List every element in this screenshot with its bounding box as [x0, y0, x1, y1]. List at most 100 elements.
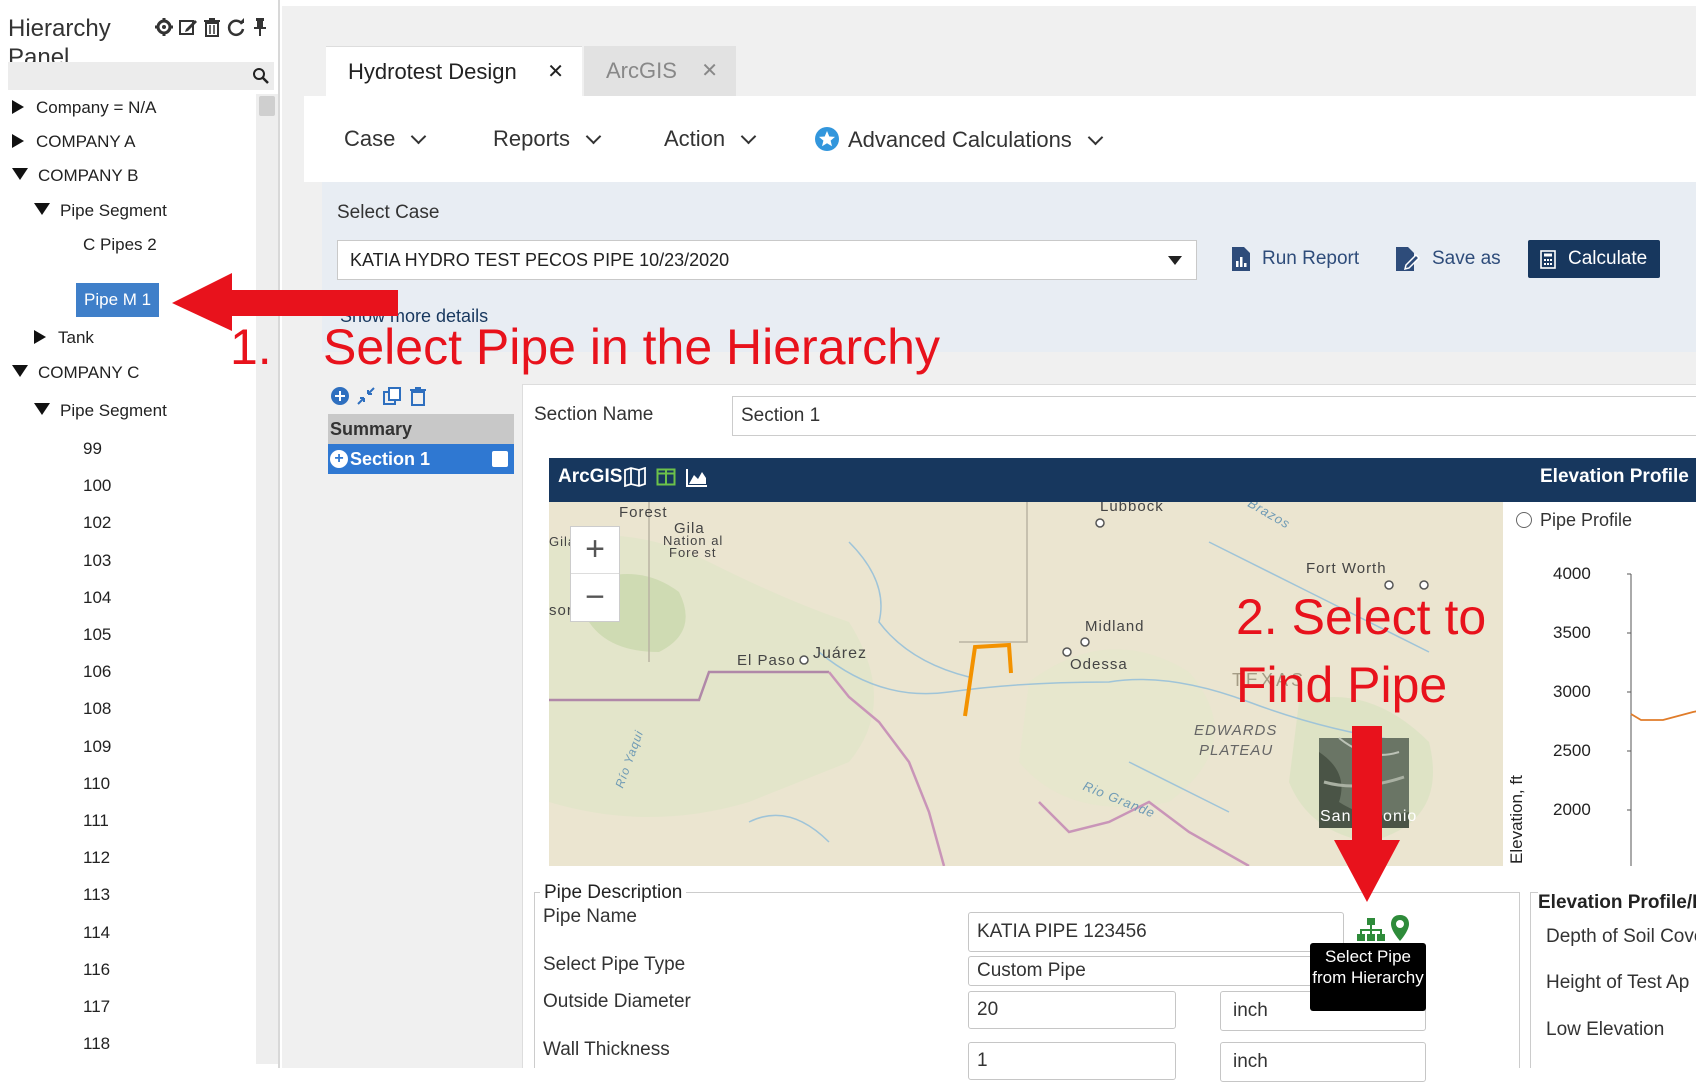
depth-of-soil-cover-label: Depth of Soil Cover	[1546, 926, 1703, 947]
expand-arrow-icon[interactable]	[34, 330, 46, 344]
copy-icon[interactable]	[382, 386, 402, 406]
wall-thickness-unit-select[interactable]: inch	[1220, 1042, 1426, 1082]
wall-thickness-input[interactable]: 1	[968, 1042, 1176, 1080]
menu-case[interactable]: Case	[344, 126, 427, 152]
tree-node-pipe-item[interactable]: 108	[83, 694, 111, 724]
low-elevation-label: Low Elevation	[1546, 1019, 1665, 1040]
tree-node-pipe-item[interactable]: 103	[83, 546, 111, 576]
map-label: Odessa	[1070, 656, 1128, 673]
save-as-icon	[1396, 247, 1421, 271]
trash-icon[interactable]	[202, 16, 222, 38]
close-icon[interactable]: ✕	[547, 47, 564, 97]
hierarchy-tree-icon[interactable]	[1356, 917, 1386, 943]
zoom-out-button[interactable]: −	[571, 575, 619, 622]
page-edge	[1696, 0, 1703, 1068]
menu-action[interactable]: Action	[664, 126, 757, 152]
edit-icon[interactable]	[178, 16, 198, 38]
tree-node-company-na[interactable]: Company = N/A	[12, 93, 156, 123]
expand-arrow-icon[interactable]	[12, 134, 24, 148]
tree-node-company-b[interactable]: COMPANY B	[12, 161, 138, 191]
tree-node-pipe-m-1[interactable]: Pipe M 1	[76, 283, 160, 317]
add-circle-icon[interactable]	[330, 386, 350, 406]
collapse-icon[interactable]	[356, 386, 376, 406]
hierarchy-scrollbar[interactable]	[256, 94, 278, 1064]
close-icon[interactable]: ✕	[701, 46, 718, 96]
tree-node-pipe-item[interactable]: 99	[83, 434, 102, 464]
wall-thickness-label: Wall Thickness	[543, 1039, 670, 1060]
tree-node-company-a[interactable]: COMPANY A	[12, 127, 136, 157]
area-chart-icon[interactable]	[686, 467, 708, 487]
tree-node-pipe-item[interactable]: 117	[83, 992, 110, 1022]
gear-icon[interactable]	[154, 16, 174, 38]
trash-icon[interactable]	[408, 386, 428, 406]
caret-down-icon	[1168, 256, 1182, 265]
collapse-arrow-icon[interactable]	[12, 168, 28, 180]
tree-node-pipe-item[interactable]: 113	[83, 880, 110, 910]
pipe-profile-radio[interactable]: Pipe Profile	[1516, 510, 1632, 531]
hierarchy-panel: Hierarchy Panel Company = N/A COMPANY A …	[0, 0, 280, 1068]
hierarchy-search-input[interactable]	[8, 62, 274, 90]
panel-divider	[278, 0, 280, 1068]
tree-node-pipe-item[interactable]: 104	[83, 583, 111, 613]
sections-summary-header[interactable]: Summary	[328, 414, 514, 444]
tab-hydrotest-design[interactable]: Hydrotest Design ✕	[326, 46, 582, 96]
map-label: EDWARDS	[1194, 722, 1278, 739]
map-zoom-control: + −	[570, 526, 620, 622]
tree-node-pipe-item[interactable]: 100	[83, 471, 111, 501]
hierarchy-toolbar	[154, 16, 270, 38]
elevation-chart-panel	[1503, 502, 1703, 866]
expand-arrow-icon[interactable]	[12, 100, 24, 114]
section-name-input[interactable]: Section 1	[732, 396, 1703, 436]
save-as-button[interactable]: Save as	[1394, 246, 1501, 272]
select-case-label: Select Case	[337, 202, 440, 223]
y-axis-label: Elevation, ft	[1507, 775, 1526, 864]
section-row-1[interactable]: + Section 1	[328, 444, 514, 474]
pin-icon[interactable]	[250, 16, 270, 38]
chevron-down-icon	[411, 128, 427, 145]
radio-icon[interactable]	[1516, 512, 1532, 528]
case-select[interactable]: KATIA HYDRO TEST PECOS PIPE 10/23/2020	[337, 240, 1197, 280]
refresh-icon[interactable]	[226, 16, 246, 38]
pipe-description-title: Pipe Description	[540, 882, 687, 904]
tree-node-pipe-item[interactable]: 106	[83, 657, 111, 687]
select-pipe-tooltip: Select Pipe from Hierarchy	[1310, 943, 1426, 1011]
pipe-type-select[interactable]: Custom Pipe	[968, 956, 1320, 986]
run-report-button[interactable]: Run Report	[1230, 246, 1359, 272]
add-icon[interactable]: +	[330, 450, 348, 468]
tree-node-pipe-segment-c[interactable]: Pipe Segment	[34, 396, 167, 426]
tree-node-pipe-item[interactable]: 110	[83, 769, 110, 799]
split-view-icon[interactable]	[656, 467, 676, 487]
star-badge-icon	[815, 127, 839, 151]
pipe-name-input[interactable]: KATIA PIPE 123456	[968, 912, 1344, 952]
menu-advanced-calculations[interactable]: Advanced Calculations	[814, 126, 1104, 153]
calculate-button[interactable]: Calculate	[1528, 240, 1660, 278]
outside-diameter-input[interactable]: 20	[968, 991, 1176, 1029]
tree-node-pipe-item[interactable]: 112	[83, 843, 110, 873]
tree-node-pipe-item[interactable]: 114	[83, 918, 110, 948]
search-icon[interactable]	[252, 67, 270, 85]
chevron-down-icon	[585, 128, 602, 145]
collapse-arrow-icon[interactable]	[34, 403, 50, 415]
tree-node-tank[interactable]: Tank	[34, 323, 94, 353]
map-icon[interactable]	[624, 467, 646, 487]
tree-node-pipe-segment-b[interactable]: Pipe Segment	[34, 196, 167, 226]
section-checkbox[interactable]	[492, 451, 508, 467]
zoom-in-button[interactable]: +	[571, 527, 619, 574]
tree-node-pipe-item[interactable]: 111	[83, 806, 109, 836]
tree-node-pipe-item[interactable]: 105	[83, 620, 111, 650]
collapse-arrow-icon[interactable]	[34, 203, 50, 215]
tree-node-pipe-item[interactable]: 118	[83, 1029, 110, 1059]
tree-node-c-pipes-2[interactable]: C Pipes 2	[83, 230, 157, 260]
tree-node-pipe-item[interactable]: 109	[83, 732, 111, 762]
tree-node-company-c[interactable]: COMPANY C	[12, 358, 139, 388]
map-label: Fort Worth	[1306, 560, 1387, 577]
map-pin-icon[interactable]	[1390, 914, 1410, 942]
tree-node-pipe-item[interactable]: 116	[83, 955, 110, 985]
menu-reports[interactable]: Reports	[493, 126, 602, 152]
height-of-test-label: Height of Test Ap	[1546, 972, 1690, 993]
tree-node-pipe-item[interactable]: 102	[83, 508, 111, 538]
hierarchy-scrollbar-thumb[interactable]	[259, 96, 275, 116]
tab-arcgis[interactable]: ArcGIS ✕	[584, 46, 736, 96]
collapse-arrow-icon[interactable]	[12, 365, 28, 377]
section-name-label: Section Name	[534, 404, 654, 425]
